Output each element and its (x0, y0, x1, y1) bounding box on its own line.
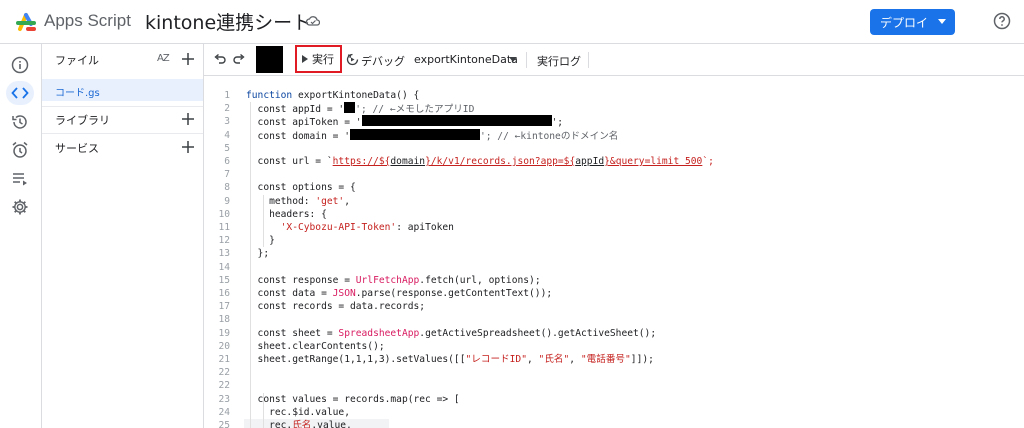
code-line: 22 (218, 367, 230, 379)
redacted-api-token (361, 115, 552, 127)
code-line: 21 sheet.getRange(1,1,1,3).setValues([["… (218, 354, 654, 365)
execution-log-button[interactable]: 実行ログ (537, 53, 581, 69)
code-line: 3 const apiToken = ' '; (224, 115, 564, 129)
redacted-domain (349, 128, 480, 140)
code-line: 6 const url = `https://${domain}/k/v1/re… (224, 156, 714, 167)
run-button[interactable]: 実行 (295, 45, 342, 73)
sort-az-icon[interactable]: AZ (157, 53, 170, 64)
editor-code-icon[interactable] (10, 83, 30, 103)
code-line: 19 const sheet = SpreadsheetApp.getActiv… (218, 327, 657, 339)
app-name: Apps Script (44, 11, 131, 30)
history-icon[interactable] (10, 112, 30, 132)
file-item-code-gs[interactable]: コード.gs (42, 79, 203, 101)
chevron-down-icon (509, 57, 517, 62)
play-icon (302, 55, 308, 63)
debug-button[interactable]: デバッグ (361, 53, 405, 69)
code-line: 14 (218, 261, 230, 273)
function-selector[interactable]: exportKintoneData (414, 53, 518, 66)
deploy-label: デプロイ (880, 15, 929, 30)
code-line: 8 const options = { (224, 182, 356, 194)
add-service-plus-icon[interactable] (182, 141, 194, 153)
code-line: 20 sheet.clearContents(); (218, 340, 385, 352)
code-line: 12 } (218, 235, 275, 247)
cloud-saved-icon (306, 16, 320, 26)
code-line: 16 const data = JSON.parse(response.getC… (218, 288, 553, 299)
triggers-alarm-icon[interactable] (10, 140, 30, 160)
code-line: 22 (218, 380, 230, 392)
libraries-header: ライブラリ (55, 114, 110, 127)
files-header: ファイル (55, 54, 99, 67)
settings-gear-icon[interactable] (10, 197, 30, 217)
add-library-plus-icon[interactable] (182, 113, 194, 125)
code-line: 11 'X-Cybozu-API-Token': apiToken (218, 222, 454, 233)
code-editor[interactable]: 1 function exportKintoneData() { 2 const … (204, 76, 1024, 428)
code-line: 23 const values = records.map(rec => [ (218, 393, 460, 405)
code-line: 7 (224, 169, 230, 181)
files-panel: ファイル AZ コード.gs ライブラリ サービス (42, 44, 204, 428)
run-label: 実行 (312, 53, 334, 66)
divider (42, 106, 203, 107)
top-bar: Apps Script kintone連携シート デプロイ (0, 0, 1024, 44)
code-line: 9 method: 'get', (224, 195, 350, 207)
chevron-down-icon (938, 19, 946, 24)
separator (526, 52, 527, 68)
code-line: 5 (224, 142, 230, 154)
redacted-app-id (344, 102, 356, 114)
code-line: 25 rec.氏名.value, (218, 420, 352, 428)
executions-list-icon[interactable] (10, 169, 30, 189)
code-line: 2 const appId = ' '; // ←メモしたアプリID (224, 102, 475, 116)
code-line: 13 }; (218, 248, 270, 260)
separator (588, 52, 589, 68)
services-header: サービス (55, 142, 99, 155)
redo-icon[interactable] (233, 53, 245, 65)
apps-script-logo-icon[interactable] (14, 11, 38, 33)
code-line: 24 rec.$id.value, (218, 406, 350, 418)
code-line: 17 const records = data.records; (218, 301, 426, 313)
code-line: 15 const response = UrlFetchApp.fetch(ur… (218, 274, 541, 286)
help-icon[interactable] (993, 12, 1011, 30)
editor-toolbar: 実行 デバッグ exportKintoneData 実行ログ (204, 44, 1024, 76)
add-file-plus-icon[interactable] (182, 53, 194, 65)
left-nav-rail (0, 44, 42, 428)
overview-info-icon[interactable] (10, 55, 30, 75)
code-line: 18 (218, 314, 230, 326)
file-name: コード.gs (55, 88, 100, 99)
code-line: 4 const domain = ' '; // ←kintoneのドメイン名 (224, 128, 619, 142)
deploy-button[interactable]: デプロイ (870, 9, 955, 35)
redacted-box (256, 46, 283, 73)
code-line: 1 function exportKintoneData() { (224, 90, 420, 101)
code-line: 10 headers: { (218, 208, 327, 220)
undo-icon[interactable] (214, 53, 226, 65)
project-title[interactable]: kintone連携シート (145, 8, 311, 35)
divider (42, 133, 203, 134)
debug-icon[interactable] (346, 53, 359, 66)
